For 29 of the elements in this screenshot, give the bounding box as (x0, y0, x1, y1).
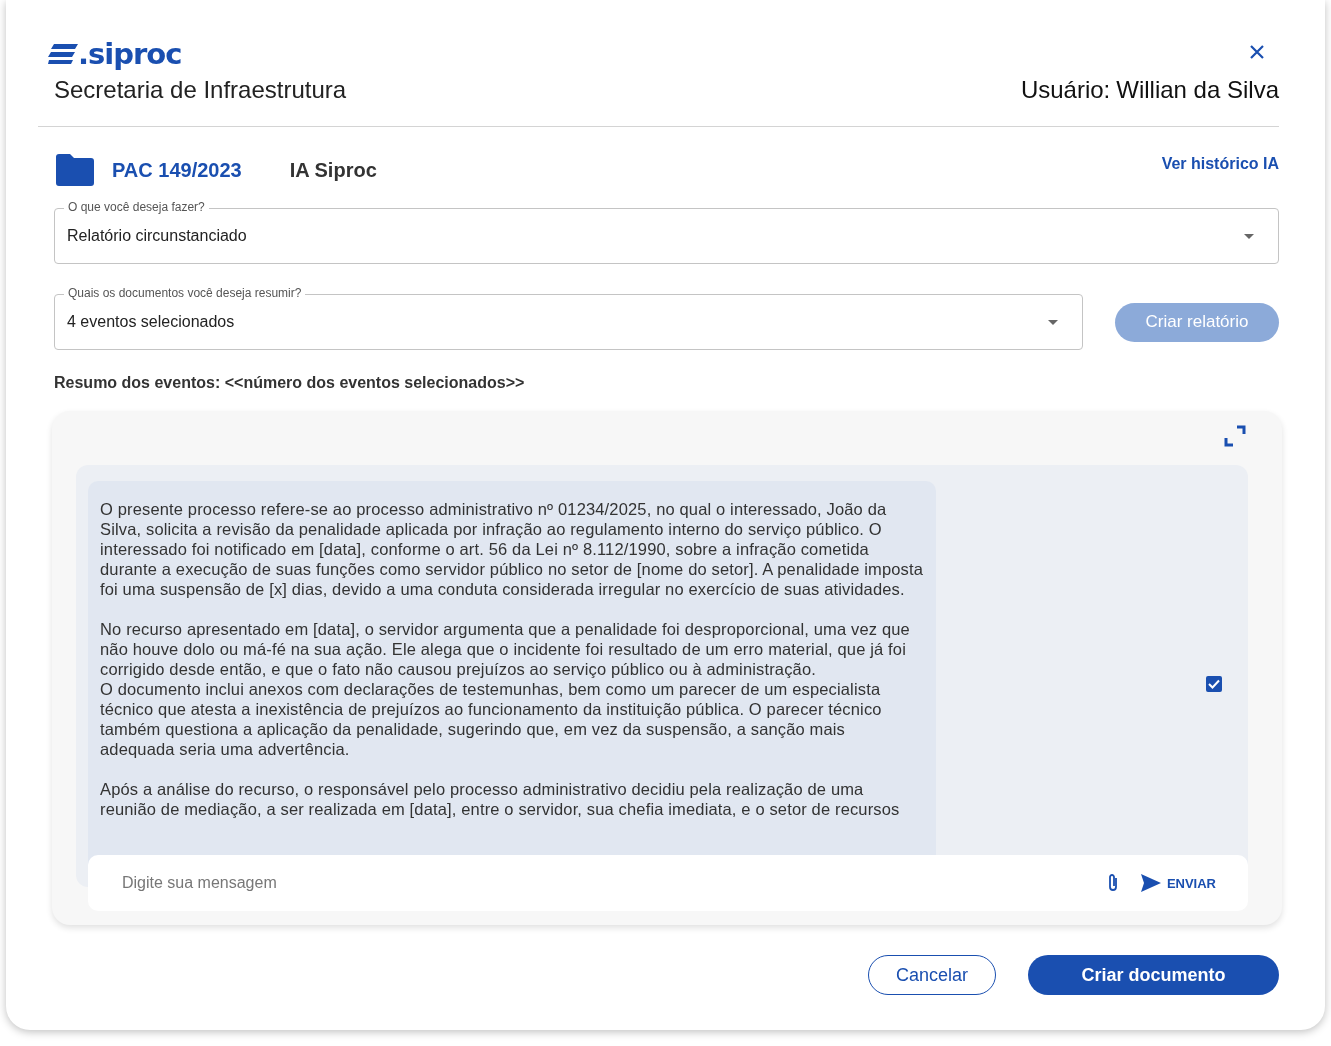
message-paragraph: O documento inclui anexos com declarações de testemunhas, bem como um parecer de um especialista técnico que atesta a inexistência de prejuízos ao funcionamento da instituição pública. O parecer técnico também questiona a aplicação da penalidade, sugerindo que, em vez da suspensão, a sanção mais adequada seria uma advertência. (100, 679, 883, 759)
message-paragraph: No recurso apresentado em [data], o servidor argumenta que a penalidade foi desproporcional, uma vez que não houve dolo ou má-fé na sua ação. Ele alega que o incidente foi resultado de um erro material, que já foi corrigido desde então, e que o fato não causou prejuízos ao serviço público ou à administração. (100, 619, 911, 679)
field-label: O que você deseja fazer? (64, 200, 209, 214)
checkbox[interactable] (1206, 676, 1222, 692)
logo: .siproc (78, 38, 182, 70)
user-label: Usuário: (1020, 76, 1111, 104)
user-name: Willian da Silva (1116, 76, 1279, 104)
logo-icon (48, 43, 78, 65)
expand-icon[interactable] (1224, 425, 1246, 447)
message-paragraph: Após a análise do recurso, o responsável pelo processo administrativo decidiu pela realização de uma reunião de mediação, a ser realizada em [data], entre o servidor, sua chefia imediata, e o setor de recursos (100, 779, 901, 819)
send-button[interactable]: ENVIAR (1140, 874, 1216, 892)
assistant-title: IA Siproc (289, 158, 377, 182)
create-document-button[interactable]: Criar documento (1028, 955, 1279, 995)
caret-icon (1244, 233, 1254, 239)
select-value: Relatório circunstanciado (67, 227, 247, 245)
folder-icon (54, 153, 96, 187)
select-value: 4 eventos selecionados (67, 313, 235, 331)
process-code: PAC 149/2023 (112, 158, 242, 182)
message-paragraph: O presente processo refere-se ao processo administrativo nº 01234/2025, no qual o interessado, João da Silva, solicita a revisão da penalidade aplicada por infração ao regulamento interno do serviço público. O interessado foi notificado em [data], conforme o art. 56 da Lei nº 8.112/1990, sobre a infração cometida durante a execução de suas funções como servidor público no setor de [nome do setor]. A penalidade imposta foi uma suspensão de [x] dias, devido a uma conduta considerada irregular no exercício de suas atividades. (100, 499, 924, 599)
summary-heading: Resumo dos eventos: <<número dos eventos selecionados>> (54, 374, 526, 392)
history-link[interactable]: Ver histórico IA (1161, 155, 1279, 173)
cancel-button[interactable]: Cancelar (868, 955, 996, 995)
field-label: Quais os documentos você deseja resumir? (64, 286, 306, 300)
close-icon[interactable] (1249, 44, 1265, 60)
caret-icon (1048, 319, 1058, 325)
message-input[interactable]: Digite sua mensagem ENVIAR (88, 855, 1248, 911)
paperclip-icon[interactable] (1106, 873, 1119, 893)
department-name: Secretaria de Infraestrutura (53, 76, 347, 104)
send-icon (1140, 874, 1161, 892)
